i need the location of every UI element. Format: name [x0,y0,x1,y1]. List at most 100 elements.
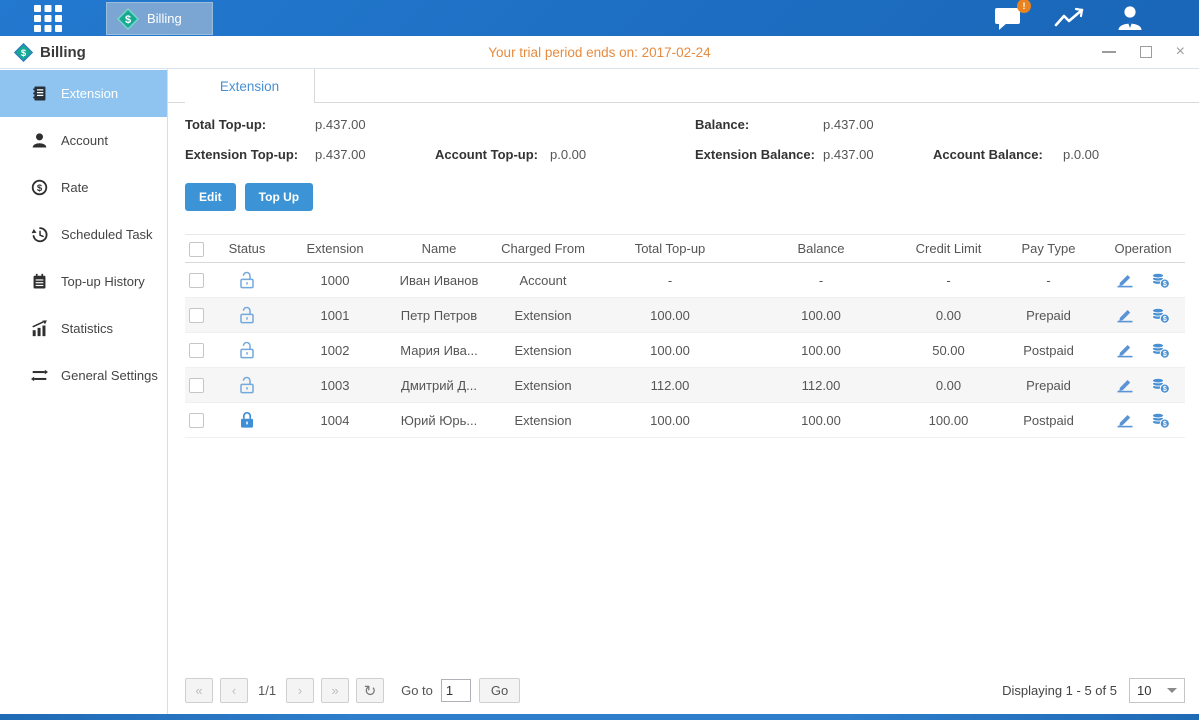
action-buttons: Edit Top Up [185,183,1199,211]
balance-cell: 100.00 [741,333,901,368]
credit-limit-cell: 0.00 [901,298,996,333]
edit-row-icon[interactable] [1116,342,1134,358]
last-page-button[interactable]: » [321,678,349,703]
sidebar-item-statistics[interactable]: Statistics [0,305,167,352]
statistics-icon [31,320,48,337]
pay-type-cell: Postpaid [996,403,1101,438]
lock-open-icon[interactable] [239,306,255,324]
edit-row-icon[interactable] [1116,272,1134,288]
user-account-icon[interactable] [1116,5,1144,31]
extension-table: Status Extension Name Charged From Total… [185,234,1185,438]
name-cell: Мария Ива... [391,333,487,368]
tab-bar: Extension [168,69,1199,103]
svg-text:$: $ [125,14,131,26]
extension-topup-label: Extension Top-up: [185,147,315,162]
charged-from-cell: Extension [487,298,599,333]
col-status: Status [215,235,279,263]
select-all-checkbox[interactable] [189,242,204,257]
lock-open-icon[interactable] [239,271,255,289]
sidebar-item-label: Rate [61,180,88,195]
displaying-text: Displaying 1 - 5 of 5 [1002,683,1117,698]
edit-row-icon[interactable] [1116,307,1134,323]
extension-balance-label: Extension Balance: [695,147,823,162]
close-button[interactable]: × [1176,44,1185,60]
extension-cell: 1002 [279,333,391,368]
page-size-select[interactable]: 10 [1129,678,1185,703]
charged-from-cell: Account [487,263,599,298]
col-charged-from: Charged From [487,235,599,263]
extension-cell: 1000 [279,263,391,298]
row-checkbox[interactable] [189,308,204,323]
account-topup-value: p.0.00 [550,147,695,162]
row-checkbox[interactable] [189,413,204,428]
table-row: 1003 Дмитрий Д... Extension 112.00 112.0… [185,368,1185,403]
pagination-bar: « ‹ 1/1 › » ↻ Go to Go Displaying 1 - 5 … [185,678,1185,703]
svg-text:$: $ [21,47,27,58]
lock-open-icon[interactable] [239,341,255,359]
row-checkbox[interactable] [189,378,204,393]
topup-row-icon[interactable]: $ [1151,342,1170,359]
credit-limit-cell: - [901,263,996,298]
prev-page-button[interactable]: ‹ [220,678,248,703]
extension-cell: 1004 [279,403,391,438]
topup-row-icon[interactable]: $ [1151,307,1170,324]
sidebar-item-extension[interactable]: Extension [0,70,167,117]
lock-closed-icon[interactable] [239,411,255,429]
messages-icon[interactable]: ! [994,5,1024,31]
table-row: 1004 Юрий Юрь... Extension 100.00 100.00… [185,403,1185,438]
taskbar-billing-tab[interactable]: $ Billing [106,2,213,35]
row-checkbox[interactable] [189,343,204,358]
lock-open-icon[interactable] [239,376,255,394]
total-topup-cell: 112.00 [599,368,741,403]
topup-row-icon[interactable]: $ [1151,412,1170,429]
taskbar-right-icons: ! [994,5,1144,31]
edit-row-icon[interactable] [1116,412,1134,428]
sidebar-item-label: Scheduled Task [61,227,153,242]
col-name: Name [391,235,487,263]
balance-value: p.437.00 [823,117,933,132]
sidebar-item-general-settings[interactable]: General Settings [0,352,167,399]
page-size-value: 10 [1137,683,1151,698]
topup-history-icon [31,273,48,290]
refresh-icon[interactable]: ↻ [356,678,384,703]
top-up-button[interactable]: Top Up [245,183,313,211]
extension-balance-value: p.437.00 [823,147,933,162]
topup-row-icon[interactable]: $ [1151,272,1170,289]
total-topup-cell: 100.00 [599,403,741,438]
sidebar-item-scheduled-task[interactable]: Scheduled Task [0,211,167,258]
chevron-down-icon [1167,688,1177,693]
maximize-button[interactable] [1140,46,1152,58]
edit-button[interactable]: Edit [185,183,236,211]
sidebar-item-rate[interactable]: $ Rate [0,164,167,211]
app-grid-icon[interactable] [34,5,62,32]
sidebar-item-label: Statistics [61,321,113,336]
row-checkbox[interactable] [189,273,204,288]
next-page-button[interactable]: › [286,678,314,703]
minimize-button[interactable] [1102,51,1116,53]
pay-type-cell: Postpaid [996,333,1101,368]
notification-badge: ! [1017,0,1031,13]
goto-page-input[interactable] [441,679,471,702]
table-row: 1001 Петр Петров Extension 100.00 100.00… [185,298,1185,333]
table-row: 1000 Иван Иванов Account - - - - $ [185,263,1185,298]
edit-row-icon[interactable] [1116,377,1134,393]
first-page-button[interactable]: « [185,678,213,703]
reports-chart-icon[interactable] [1054,6,1086,30]
sidebar-item-label: Account [61,133,108,148]
balance-cell: 112.00 [741,368,901,403]
window-billing-icon: $ [14,43,33,62]
goto-label: Go to [401,683,433,698]
sidebar-item-topup-history[interactable]: Top-up History [0,258,167,305]
go-button[interactable]: Go [479,678,520,703]
sidebar-item-account[interactable]: Account [0,117,167,164]
col-credit-limit: Credit Limit [901,235,996,263]
account-balance-label: Account Balance: [933,147,1063,162]
tab-extension[interactable]: Extension [185,69,315,103]
total-topup-cell: 100.00 [599,333,741,368]
svg-text:$: $ [1163,281,1167,288]
topup-row-icon[interactable]: $ [1151,377,1170,394]
total-topup-label: Total Top-up: [185,117,315,132]
svg-text:$: $ [1163,386,1167,393]
col-pay-type: Pay Type [996,235,1101,263]
total-topup-value: p.437.00 [315,117,435,132]
